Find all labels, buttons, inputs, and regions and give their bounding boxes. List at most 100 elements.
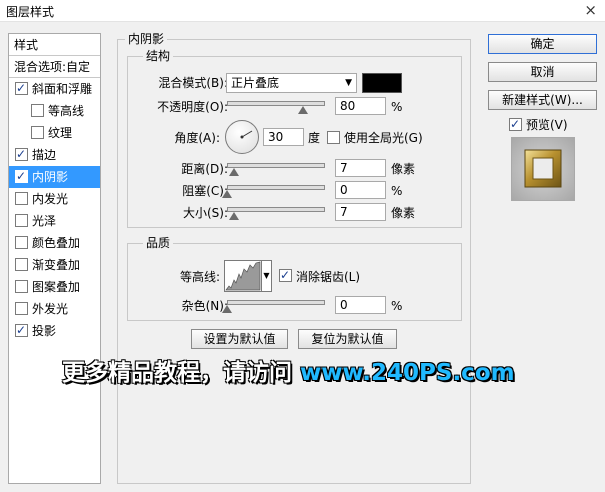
style-list-item[interactable]: 图案叠加	[9, 276, 100, 298]
choke-unit: %	[391, 184, 403, 198]
choke-slider-thumb[interactable]	[222, 190, 232, 198]
style-list-item[interactable]: 内发光	[9, 188, 100, 210]
style-list-item-label: 渐变叠加	[32, 258, 81, 272]
window-title: 图层样式	[6, 5, 55, 19]
style-list-item[interactable]: 光泽	[9, 210, 100, 232]
blend-options-label: 混合选项:自定	[14, 60, 91, 74]
style-list-item[interactable]: 等高线	[9, 100, 100, 122]
style-list-item-checkbox[interactable]	[15, 145, 28, 163]
antialias-label: 消除锯齿(L)	[296, 270, 361, 284]
size-label: 大小(S):	[182, 206, 228, 220]
style-list-item-checkbox[interactable]	[15, 214, 28, 227]
style-list-item[interactable]: 颜色叠加	[9, 232, 100, 254]
choke-input[interactable]: 0	[335, 181, 386, 199]
style-list-item-checkbox[interactable]	[15, 280, 28, 293]
style-preview-thumbnail	[511, 137, 575, 201]
contour-dropdown[interactable]: ▼	[262, 260, 272, 292]
contour-preview[interactable]	[224, 260, 262, 292]
opacity-slider-track[interactable]	[227, 101, 325, 106]
antialias-checkbox[interactable]	[279, 266, 292, 284]
size-unit: 像素	[391, 206, 416, 220]
title-bar: 图层样式 ×	[0, 0, 605, 22]
cancel-button[interactable]: 取消	[488, 62, 597, 82]
style-list-item-checkbox[interactable]	[31, 104, 44, 117]
angle-label: 角度(A):	[174, 131, 220, 145]
shadow-color-swatch[interactable]	[362, 73, 402, 93]
angle-input[interactable]: 30	[263, 128, 304, 146]
style-list-item-label: 颜色叠加	[32, 236, 81, 250]
reset-default-button[interactable]: 复位为默认值	[298, 329, 397, 349]
style-list-header-label: 样式	[14, 38, 39, 52]
style-list-item-label: 光泽	[32, 214, 57, 228]
style-list-item-label: 内发光	[32, 192, 69, 206]
close-icon[interactable]: ×	[584, 1, 597, 19]
global-light-checkbox[interactable]	[327, 131, 340, 144]
choke-slider-track[interactable]	[227, 185, 325, 190]
style-list-item[interactable]: 外发光	[9, 298, 100, 320]
style-list-item-checkbox[interactable]	[15, 167, 28, 185]
style-list-item[interactable]: 内阴影	[9, 166, 100, 188]
style-list-item-checkbox[interactable]	[15, 258, 28, 271]
noise-unit: %	[391, 299, 403, 313]
ok-button[interactable]: 确定	[488, 34, 597, 54]
style-list-item[interactable]: 描边	[9, 144, 100, 166]
angle-unit: 度	[308, 131, 321, 145]
noise-input[interactable]: 0	[335, 296, 386, 314]
size-slider-track[interactable]	[227, 207, 325, 212]
style-list-item[interactable]: 纹理	[9, 122, 100, 144]
style-list-item-label: 图案叠加	[32, 280, 81, 294]
blend-mode-value: 正片叠底	[231, 76, 280, 90]
structure-title: 结构	[143, 49, 174, 63]
chevron-down-icon: ▼	[345, 78, 352, 88]
preview-label: 预览(V)	[526, 118, 568, 132]
style-list-header: 样式	[9, 34, 100, 56]
quality-title: 品质	[143, 236, 174, 250]
style-list-item-label: 斜面和浮雕	[32, 82, 93, 96]
distance-input[interactable]: 7	[335, 159, 386, 177]
angle-dial[interactable]	[225, 120, 259, 154]
opacity-slider-thumb[interactable]	[298, 106, 308, 114]
watermark-text: 更多精品教程，请访问	[62, 360, 292, 386]
quality-group: 品质 等高线: ▼ 消除锯齿(L) 杂色(N): 0 %	[127, 236, 462, 321]
style-list-item[interactable]: 投影	[9, 320, 100, 342]
preview-checkbox[interactable]	[509, 115, 522, 133]
new-style-button[interactable]: 新建样式(W)...	[488, 90, 597, 110]
style-list-item-checkbox[interactable]	[31, 126, 44, 139]
inner-shadow-panel: 内阴影 结构 混合模式(B): 正片叠底 ▼ 不透明度(O): 80 % 角度(…	[117, 32, 471, 484]
choke-label: 阻塞(C):	[182, 184, 228, 198]
panel-title: 内阴影	[125, 32, 168, 46]
opacity-unit: %	[391, 100, 403, 114]
blend-mode-select[interactable]: 正片叠底 ▼	[226, 73, 357, 93]
distance-slider-thumb[interactable]	[229, 168, 239, 176]
size-input[interactable]: 7	[335, 203, 386, 221]
watermark: 更多精品教程，请访问 www.240PS.com	[62, 353, 515, 387]
style-list-item-label: 描边	[32, 148, 57, 162]
distance-slider-track[interactable]	[227, 163, 325, 168]
gold-frame-preview-icon	[512, 138, 574, 200]
style-list-item-checkbox[interactable]	[15, 192, 28, 205]
global-light-label: 使用全局光(G)	[344, 131, 423, 145]
style-list-item-label: 内阴影	[32, 170, 69, 184]
style-list: 样式 混合选项:自定 斜面和浮雕等高线纹理描边内阴影内发光光泽颜色叠加渐变叠加图…	[8, 33, 101, 484]
style-list-item-checkbox[interactable]	[15, 79, 28, 97]
size-slider-thumb[interactable]	[229, 212, 239, 220]
style-list-item-checkbox[interactable]	[15, 302, 28, 315]
opacity-input[interactable]: 80	[335, 97, 386, 115]
noise-slider-track[interactable]	[227, 300, 325, 305]
blend-options-item[interactable]: 混合选项:自定	[9, 56, 100, 78]
contour-label: 等高线:	[179, 270, 220, 284]
distance-label: 距离(D):	[181, 162, 228, 176]
structure-group: 结构 混合模式(B): 正片叠底 ▼ 不透明度(O): 80 % 角度(A): …	[127, 49, 462, 228]
style-list-item-label: 投影	[32, 324, 57, 338]
noise-slider-thumb[interactable]	[222, 305, 232, 313]
style-list-item-label: 等高线	[48, 104, 85, 118]
contour-curve-icon	[225, 261, 261, 291]
style-list-item-checkbox[interactable]	[15, 321, 28, 339]
blend-mode-label: 混合模式(B):	[158, 76, 228, 90]
style-list-item[interactable]: 渐变叠加	[9, 254, 100, 276]
chevron-down-icon: ▼	[263, 271, 270, 280]
style-list-item-label: 纹理	[48, 126, 73, 140]
style-list-item[interactable]: 斜面和浮雕	[9, 78, 100, 100]
style-list-item-checkbox[interactable]	[15, 236, 28, 249]
set-default-button[interactable]: 设置为默认值	[191, 329, 288, 349]
